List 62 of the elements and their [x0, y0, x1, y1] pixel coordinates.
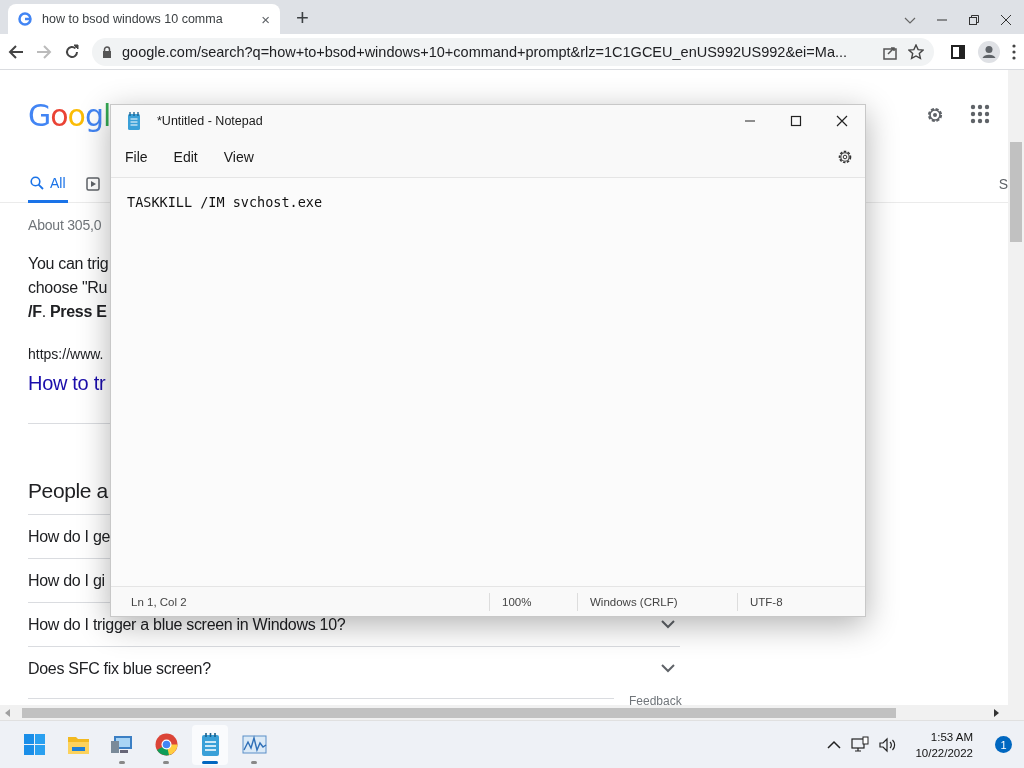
network-icon[interactable] — [851, 735, 870, 754]
clock-date: 10/22/2022 — [915, 745, 973, 761]
chevron-up-icon[interactable] — [827, 740, 842, 749]
lock-icon — [102, 45, 112, 58]
maximize-icon[interactable] — [790, 115, 802, 127]
clock[interactable]: 1:53 AM 10/22/2022 — [915, 728, 973, 761]
notification-badge[interactable]: 1 — [995, 736, 1012, 753]
section-heading: People a — [28, 479, 108, 503]
video-icon[interactable] — [85, 177, 100, 191]
settings-icon[interactable] — [837, 149, 853, 165]
search-tab[interactable]: S — [998, 176, 1008, 192]
snippet-line: /F. Press E — [28, 302, 107, 322]
menu-item[interactable]: File — [115, 143, 158, 171]
back-icon[interactable] — [8, 43, 24, 60]
vertical-scrollbar[interactable] — [1008, 70, 1024, 705]
apps-grid-icon[interactable] — [970, 104, 990, 124]
feedback-link[interactable]: Feedback — [629, 694, 682, 708]
snippet-line: choose "Ru — [28, 278, 108, 298]
question-text[interactable]: Does SFC fix blue screen? — [28, 659, 211, 678]
clock-time: 1:53 AM — [929, 729, 973, 745]
search-icon — [30, 175, 44, 190]
status-text: UTF-8 — [750, 595, 783, 608]
menu-item[interactable]: Edit — [163, 143, 208, 171]
status-text: Ln 1, Col 2 — [131, 595, 187, 608]
result-title-link[interactable]: How to tr — [28, 372, 106, 395]
close-icon[interactable] — [836, 115, 848, 127]
tab-title: how to bsod windows 10 comma — [42, 12, 224, 26]
forward-icon — [36, 43, 52, 60]
snippet-line: You can trig — [28, 254, 109, 274]
url-text: google.com/search?q=how+to+bsod+windows+10+command+prompt&rlz=1C1GCEU_enUS992US992&ei=Ma... — [122, 43, 849, 60]
menu-item[interactable]: View — [213, 143, 264, 171]
chart-icon — [241, 732, 267, 757]
question-text[interactable]: How do I ge — [28, 527, 111, 546]
browser-tab[interactable]: how to bsod windows 10 comma × — [8, 4, 280, 34]
question-text[interactable]: How do I gi — [28, 571, 105, 590]
result-count: About 305,0 — [28, 217, 102, 233]
status-text: Windows (CRLF) — [590, 595, 678, 608]
taskbar-app[interactable] — [192, 724, 228, 765]
profile-icon[interactable] — [978, 40, 1000, 63]
close-icon[interactable] — [1000, 14, 1012, 26]
notepad-icon — [127, 112, 141, 130]
scroll-right-icon[interactable] — [994, 708, 1000, 717]
status-text: 100% — [502, 595, 532, 608]
question-text[interactable]: How do I trigger a blue screen in Windows 10? — [28, 615, 346, 634]
new-tab-button[interactable]: + — [292, 5, 313, 31]
reload-icon[interactable] — [64, 43, 80, 60]
side-panel-icon[interactable] — [950, 43, 966, 60]
star-icon[interactable] — [908, 43, 924, 60]
result-url: https://www. — [28, 346, 104, 362]
editor-text[interactable]: TASKKILL /IM svchost.exe — [127, 194, 323, 210]
search-tab[interactable]: All — [28, 165, 68, 203]
windows-logo-icon — [21, 732, 47, 757]
g-logo-icon — [18, 12, 32, 26]
more-icon[interactable] — [1012, 43, 1016, 60]
browser-icon — [153, 732, 179, 757]
window-title: *Untitled - Notepad — [157, 114, 263, 128]
address-bar[interactable]: google.com/search?q=how+to+bsod+windows+10+command+prompt&rlz=1C1GCEU_enUS992US992&ei=Ma... — [92, 37, 934, 66]
horizontal-scrollbar[interactable] — [0, 705, 1024, 720]
google-logo: Googl — [28, 97, 111, 133]
tab-close-button[interactable]: × — [261, 10, 270, 28]
volume-icon[interactable] — [879, 736, 898, 753]
restore-icon[interactable] — [968, 14, 980, 26]
